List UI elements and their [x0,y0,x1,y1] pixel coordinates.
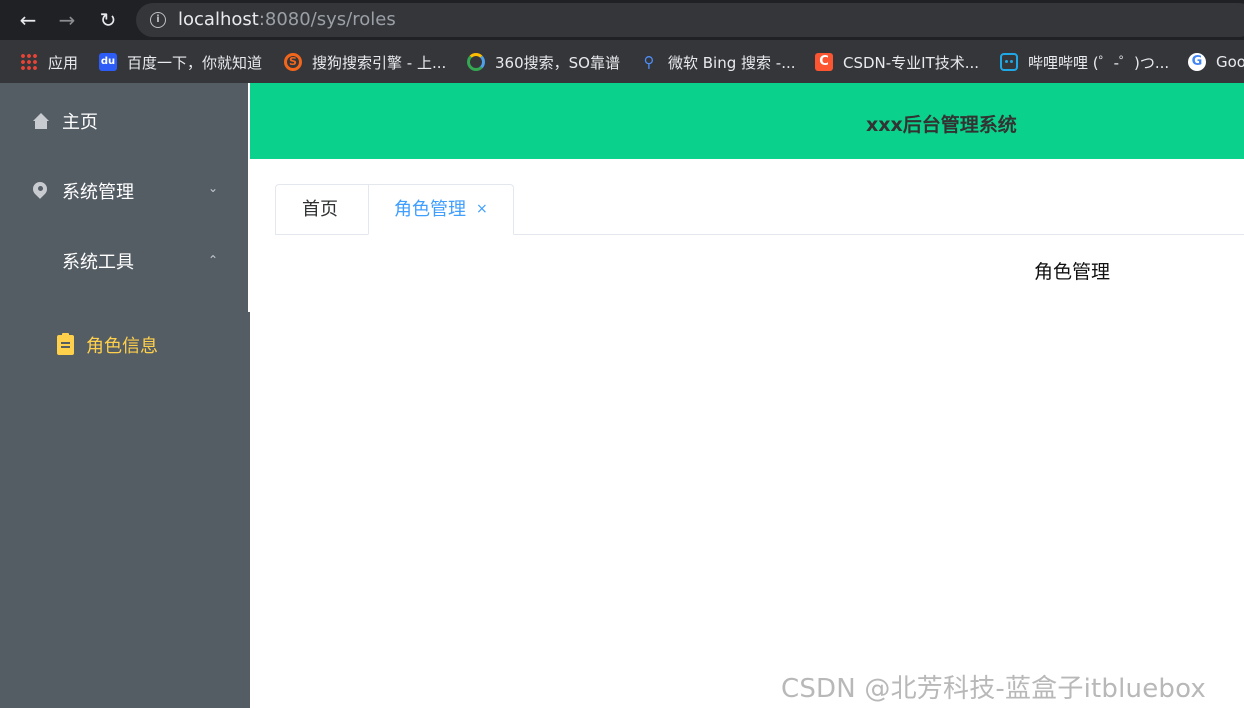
bookmark-bing[interactable]: ⚲ 微软 Bing 搜索 -... [640,51,796,73]
tab-role-management[interactable]: 角色管理 × [368,184,514,235]
address-bar[interactable]: i localhost:8080/sys/roles [136,3,1244,37]
tab-label: 首页 [302,199,338,220]
sidebar-item-label: 系统管理 [62,182,134,203]
360-search-icon [467,53,485,71]
chevron-down-icon: ⌄ [208,181,219,195]
google-icon: G [1188,53,1206,71]
bilibili-icon [1000,53,1018,71]
sidebar: 主页 系统管理 ⌄ 系统工具 ⌃ 角色信息 [0,83,250,708]
main-content-text: 角色管理 [1034,261,1111,283]
page-title: xxx后台管理系统 [866,114,1017,136]
sidebar-item-system-management[interactable]: 系统管理 ⌄ [0,163,248,219]
bookmarks-bar: 应用 du 百度一下，你就知道 S 搜狗搜索引擎 - 上... 360搜索，SO… [0,40,1244,83]
url-text[interactable]: localhost:8080/sys/roles [178,9,396,31]
browser-toolbar: ← → ↻ i localhost:8080/sys/roles [0,0,1244,40]
bookmark-360[interactable]: 360搜索，SO靠谱 [467,51,620,73]
tab-label: 角色管理 [394,199,466,220]
chevron-up-icon: ⌃ [208,253,219,267]
baidu-icon: du [99,53,117,71]
bookmark-sogou[interactable]: S 搜狗搜索引擎 - 上... [284,51,446,73]
reload-icon[interactable]: ↻ [94,6,122,34]
bookmark-apps[interactable]: 应用 [20,51,78,73]
sidebar-item-label: 主页 [62,112,98,133]
watermark: CSDN @北芳科技-蓝盒子itbluebox [781,674,1206,704]
bing-search-icon: ⚲ [643,53,655,71]
apps-grid-icon [20,53,38,71]
bookmark-csdn[interactable]: C CSDN-专业IT技术... [815,51,979,73]
sidebar-item-label: 角色信息 [86,336,158,357]
tab-home[interactable]: 首页 [275,184,369,235]
sidebar-item-role-info[interactable]: 角色信息 [0,317,248,373]
sogou-icon: S [284,53,302,71]
sidebar-item-home[interactable]: 主页 [0,93,248,149]
forward-arrow-icon[interactable]: → [53,6,81,34]
clipboard-icon [57,333,74,355]
pin-icon [31,182,49,200]
house-icon [31,112,49,130]
bookmark-baidu[interactable]: du 百度一下，你就知道 [99,51,262,73]
csdn-icon: C [815,53,833,71]
bookmark-google[interactable]: G Goo [1188,51,1244,73]
bookmark-bilibili[interactable]: 哔哩哔哩 (゜-゜)つ... [1000,51,1169,73]
back-arrow-icon[interactable]: ← [14,6,42,34]
close-icon[interactable]: × [476,185,488,234]
tabs-bar: 首页 角色管理 × [275,184,1244,235]
sidebar-item-system-tools[interactable]: 系统工具 ⌃ [0,233,248,289]
sidebar-item-label: 系统工具 [62,252,134,273]
app-header: xxx后台管理系统 [250,83,1244,159]
info-icon[interactable]: i [150,12,166,28]
